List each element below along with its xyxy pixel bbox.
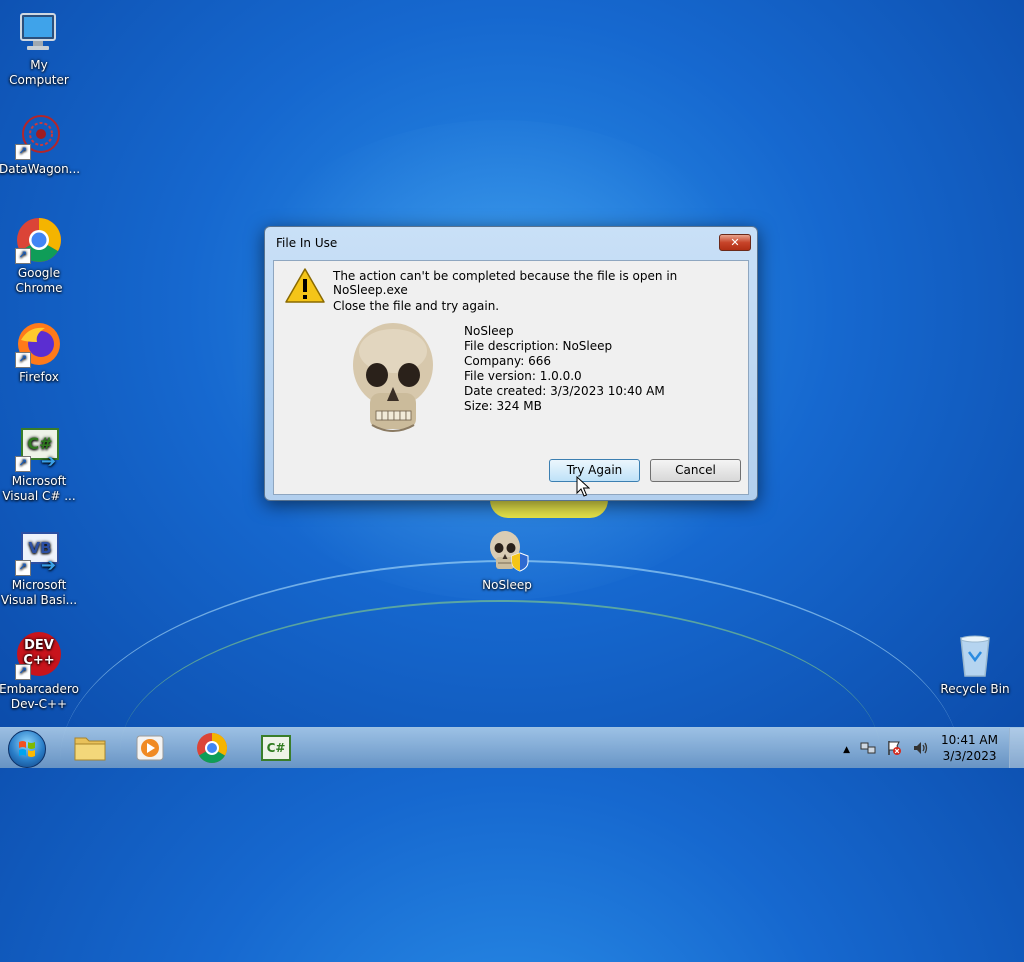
desktop-icon-label: Microsoft Visual C# ...	[2, 474, 76, 503]
mouse-cursor-icon	[576, 476, 590, 497]
taskbar-clock[interactable]: 10:41 AM 3/3/2023	[941, 732, 998, 764]
desktop-icon-label: Firefox	[19, 370, 59, 384]
chrome-icon: ↗	[15, 216, 63, 264]
file-company: Company: 666	[464, 354, 551, 368]
desktop-icon-label: Google Chrome	[15, 266, 63, 295]
start-button[interactable]	[8, 730, 46, 768]
folder-icon	[74, 737, 106, 761]
shortcut-arrow-icon: ↗	[15, 560, 31, 576]
show-hidden-icons-icon[interactable]: ▲	[843, 745, 850, 755]
file-date-created: Date created: 3/3/2023 10:40 AM	[464, 384, 665, 398]
wallpaper-flower	[490, 500, 608, 518]
taskbar-google-chrome[interactable]	[188, 732, 236, 764]
action-center-icon[interactable]	[886, 740, 902, 759]
visual-basic-icon: VB ➔ ↗	[15, 528, 63, 576]
desktop-icon-label: Embarcadero Dev-C++	[0, 682, 79, 711]
instruction-message: Close the file and try again.	[333, 299, 500, 313]
media-player-icon	[136, 735, 164, 761]
taskbar: C# ▲ 10:41 AM 3/3/2023	[0, 727, 1024, 768]
arrow-right-icon: ➔	[41, 451, 57, 472]
shortcut-arrow-icon: ↗	[15, 144, 31, 160]
dialog-body: The action can't be completed because th…	[273, 260, 749, 495]
volume-icon[interactable]	[912, 740, 928, 759]
desktop-icon-recycle-bin[interactable]: Recycle Bin	[935, 632, 1015, 697]
datawagon-icon: ↗	[15, 112, 63, 160]
desktop-icon-visual-basic[interactable]: VB ➔ ↗ Microsoft Visual Basi...	[0, 528, 79, 608]
computer-icon	[15, 8, 63, 56]
skull-icon	[483, 528, 531, 576]
desktop-icon-google-chrome[interactable]: ↗ Google Chrome	[0, 216, 79, 296]
shortcut-arrow-icon: ↗	[15, 664, 31, 680]
try-again-button[interactable]: Try Again	[549, 459, 640, 482]
firefox-icon: ↗	[15, 320, 63, 368]
desktop-icon-label: Recycle Bin	[940, 682, 1010, 696]
clock-time: 10:41 AM	[941, 733, 998, 747]
cancel-button[interactable]: Cancel	[650, 459, 741, 482]
file-version: File version: 1.0.0.0	[464, 369, 582, 383]
file-info: NoSleep File description: NoSleep Compan…	[464, 324, 665, 414]
desktop-icon-visual-csharp[interactable]: C# ➔ ↗ Microsoft Visual C# ...	[0, 424, 79, 504]
desktop-icon-nosleep[interactable]: NoSleep	[467, 528, 547, 593]
error-message: The action can't be completed because th…	[333, 269, 678, 297]
warning-icon	[285, 268, 325, 303]
taskbar-file-explorer[interactable]	[66, 732, 114, 764]
dev-cpp-icon: DEV C++ ↗	[15, 632, 63, 680]
desktop-icon-label: DataWagon...	[0, 162, 81, 176]
desktop-icon-label: My Computer	[9, 58, 69, 87]
shortcut-arrow-icon: ↗	[15, 456, 31, 472]
taskbar-visual-csharp[interactable]: C#	[250, 732, 298, 764]
shortcut-arrow-icon: ↗	[15, 352, 31, 368]
show-desktop-button[interactable]	[1009, 728, 1024, 768]
uac-shield-icon	[511, 552, 529, 572]
desktop-icon-label: Microsoft Visual Basi...	[0, 578, 78, 607]
file-size: Size: 324 MB	[464, 399, 542, 413]
network-icon[interactable]	[860, 740, 876, 759]
dialog-title: File In Use	[276, 236, 338, 250]
desktop-icon-my-computer[interactable]: My Computer	[0, 8, 79, 88]
skull-icon	[353, 323, 433, 432]
desktop-icon-label: NoSleep	[482, 578, 532, 592]
file-name: NoSleep	[464, 324, 514, 338]
devcpp-badge-top: DEV	[24, 638, 54, 653]
windows-logo-icon	[19, 741, 35, 757]
arrow-right-icon: ➔	[41, 555, 57, 576]
visual-csharp-icon: C# ➔ ↗	[15, 424, 63, 472]
file-in-use-dialog: File In Use ✕ The action can't be comple…	[264, 226, 758, 501]
recycle-bin-icon	[951, 632, 999, 680]
file-description: File description: NoSleep	[464, 339, 613, 353]
desktop-icon-firefox[interactable]: ↗ Firefox	[0, 320, 79, 385]
shortcut-arrow-icon: ↗	[15, 248, 31, 264]
desktop-icon-dev-cpp[interactable]: DEV C++ ↗ Embarcadero Dev-C++	[0, 632, 79, 712]
desktop-icon-datawagon[interactable]: ↗ DataWagon...	[0, 112, 81, 177]
clock-date: 3/3/2023	[942, 749, 997, 763]
chrome-icon	[197, 733, 228, 764]
csharp-badge: C#	[261, 735, 291, 761]
close-button[interactable]: ✕	[719, 234, 751, 251]
system-tray: ▲	[843, 740, 928, 759]
taskbar-media-player[interactable]	[126, 732, 174, 764]
